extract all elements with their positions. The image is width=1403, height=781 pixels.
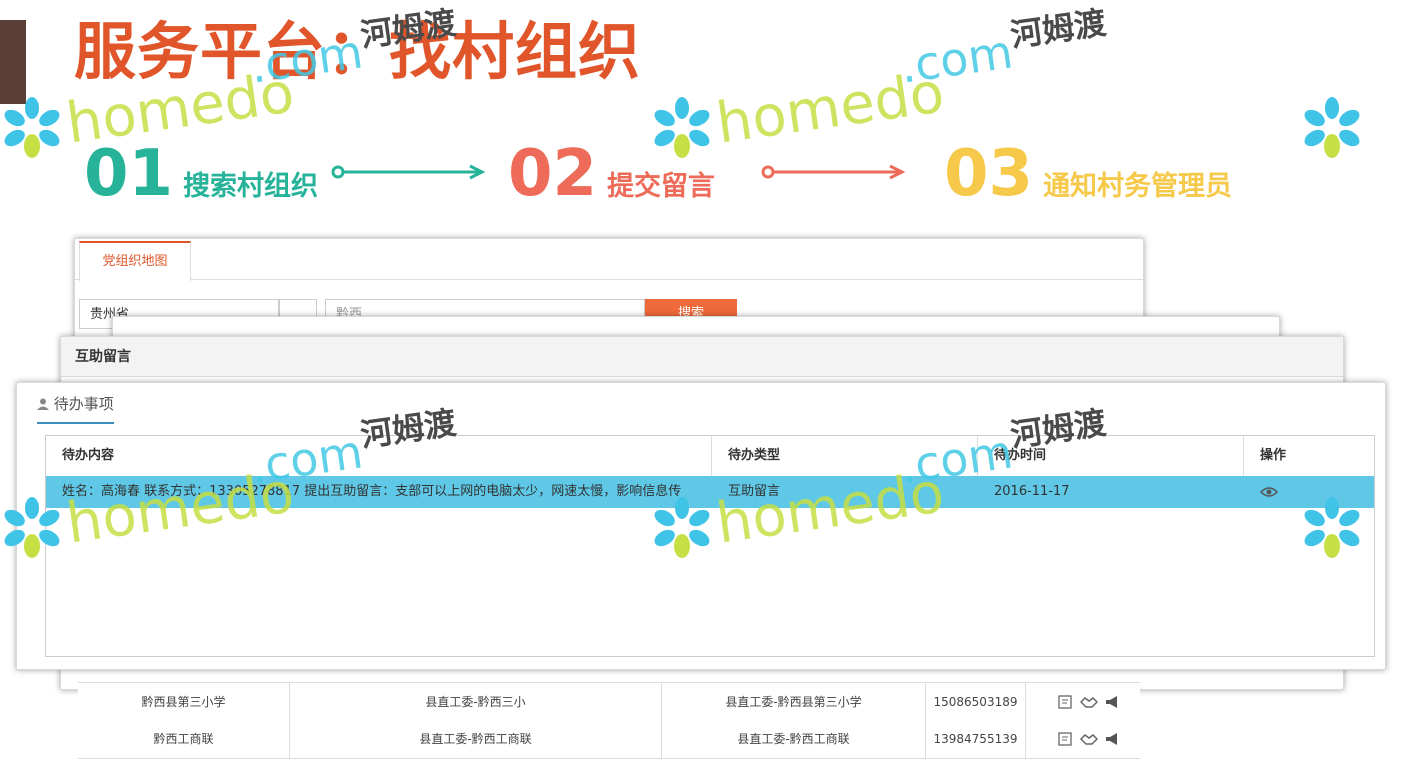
flower-logo-icon [1304,97,1360,158]
map-tabbar: 党组织地图 [75,239,1143,281]
megaphone-icon[interactable] [1104,732,1120,746]
user-icon [37,398,49,410]
step-number: 02 [508,137,598,211]
handshake-icon[interactable] [1080,695,1098,709]
org-phone: 15086503189 [926,683,1026,721]
flower-logo-icon [4,97,60,158]
step-number: 01 [84,137,174,211]
col-header-content: 待办内容 [46,436,712,476]
org-short: 县直工委-黔西工商联 [290,720,662,758]
todo-table: 待办内容 待办类型 待办时间 操作 姓名：高海春 联系方式：1330527881… [45,435,1375,657]
todo-type: 互助留言 [728,484,781,499]
step-arrow-icon [761,164,906,180]
step-2: 02 提交留言 [508,142,715,206]
todo-time: 2016-11-17 [994,484,1070,499]
todo-content: 姓名：高海春 联系方式：13305278817 提出互助留言：支部可以上网的电脑… [62,484,682,499]
watermark-home: homedo [712,60,948,157]
todo-panel-title: 待办事项 [37,393,114,424]
eye-icon[interactable] [1260,485,1278,499]
edit-icon[interactable] [1058,695,1074,709]
org-name: 黔西工商联 [78,720,290,758]
help-panel-title: 互助留言 [61,337,1343,377]
step-arrow-icon [331,164,486,180]
table-row[interactable]: 黔西工商联 县直工委-黔西工商联 县直工委-黔西工商联 13984755139 [78,720,1140,759]
col-header-type: 待办类型 [712,436,978,476]
step-label: 提交留言 [607,171,716,202]
table-row[interactable]: 黔西县第三小学 县直工委-黔西三小 县直工委-黔西县第三小学 150865031… [78,682,1140,722]
row-actions [1058,695,1120,709]
tab-party-map[interactable]: 党组织地图 [79,241,191,281]
col-header-time: 待办时间 [978,436,1244,476]
title-accent-bar [0,20,26,104]
todo-panel: 待办事项 待办内容 待办类型 待办时间 操作 姓名：高海春 联系方式：13305… [16,382,1386,670]
step-1: 01 搜索村组织 [84,142,318,206]
step-label: 搜索村组织 [183,171,319,202]
org-full: 县直工委-黔西县第三小学 [662,683,926,721]
step-3: 03 通知村务管理员 [944,142,1232,206]
org-name: 黔西县第三小学 [78,683,290,721]
step-number: 03 [944,137,1034,211]
handshake-icon[interactable] [1080,732,1098,746]
megaphone-icon[interactable] [1104,695,1120,709]
step-label: 通知村务管理员 [1043,171,1233,202]
table-row[interactable]: 姓名：高海春 联系方式：13305278817 提出互助留言：支部可以上网的电脑… [46,476,1374,508]
col-header-action: 操作 [1260,448,1287,463]
page-title: 服务平台：找村组织 [74,15,642,88]
watermark-domain: .com [896,24,1017,94]
org-phone: 13984755139 [926,720,1026,758]
todo-title-text: 待办事项 [53,395,114,413]
org-full: 县直工委-黔西工商联 [662,720,926,758]
row-actions [1058,732,1120,746]
org-short: 县直工委-黔西三小 [290,683,662,721]
edit-icon[interactable] [1058,732,1074,746]
watermark-cn: 河姆渡 [1008,3,1109,55]
